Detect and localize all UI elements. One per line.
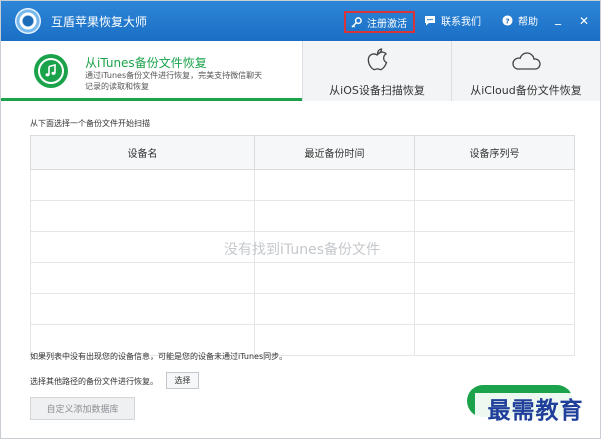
chat-icon (425, 16, 435, 26)
choose-path-button[interactable]: 选择 (166, 372, 199, 389)
tab-icloud-label: 从iCloud备份文件恢复 (470, 84, 582, 97)
recovery-mode-tabs: 从iTunes备份文件恢复 通过iTunes备份文件进行恢复，完美支持微信聊天记… (1, 41, 600, 101)
table-row (30, 262, 575, 294)
table-header-row: 设备名 最近备份时间 设备序列号 (30, 135, 575, 170)
choose-path-text: 选择其他路径的备份文件进行恢复。 (30, 377, 158, 386)
tab-ios-label: 从iOS设备扫描恢复 (329, 84, 425, 97)
help-button[interactable]: ? 帮助 (502, 13, 538, 28)
column-header-backup-time[interactable]: 最近备份时间 (254, 135, 415, 170)
app-title: 互盾苹果恢复大师 (51, 15, 148, 29)
table-row (30, 293, 575, 325)
contact-us-label: 联系我们 (441, 17, 481, 28)
sync-note-text: 如果列表中没有出现您的设备信息，可能是您的设备未通过iTunes同步。 (30, 352, 288, 361)
tab-itunes-description: 通过iTunes备份文件进行恢复，完美支持微信聊天记录的读取和恢复 (85, 71, 263, 91)
help-label: 帮助 (518, 17, 538, 28)
cloud-icon (512, 52, 541, 70)
register-activate-label: 注册激活 (367, 18, 407, 30)
register-activate-button[interactable]: 注册激活 (344, 11, 415, 33)
empty-table-message: 没有找到iTunes备份文件 (224, 242, 380, 258)
watermark-text: 最需教育 (475, 393, 596, 429)
column-header-device-name[interactable]: 设备名 (30, 135, 255, 170)
minimize-button[interactable]: _ (555, 11, 561, 25)
tab-ios-device-scan[interactable]: 从iOS设备扫描恢复 (302, 41, 451, 101)
close-button[interactable]: ✕ (579, 14, 589, 28)
column-header-serial-number[interactable]: 设备序列号 (414, 135, 575, 170)
custom-add-database-button[interactable]: 自定义添加数据库 (30, 397, 135, 420)
contact-us-button[interactable]: 联系我们 (424, 13, 481, 28)
table-row (30, 169, 575, 201)
question-icon: ? (502, 15, 513, 26)
table-row (30, 200, 575, 232)
title-bar: 互盾苹果恢复大师 注册激活 联系我们 ? 帮助 _ ✕ (1, 1, 600, 41)
itunes-music-icon (34, 54, 68, 88)
key-icon (351, 16, 362, 28)
tab-itunes-label: 从iTunes备份文件恢复 (85, 56, 207, 70)
apple-icon (367, 48, 388, 71)
svg-text:?: ? (505, 16, 509, 25)
app-logo-icon (15, 8, 41, 34)
tab-icloud-backup[interactable]: 从iCloud备份文件恢复 (451, 41, 600, 101)
tab-itunes-backup[interactable]: 从iTunes备份文件恢复 通过iTunes备份文件进行恢复，完美支持微信聊天记… (1, 41, 302, 101)
app-window: 互盾苹果恢复大师 注册激活 联系我们 ? 帮助 _ ✕ 从iTunes备份文件恢… (0, 0, 601, 439)
scan-hint-text: 从下面选择一个备份文件开始扫描 (30, 119, 150, 128)
